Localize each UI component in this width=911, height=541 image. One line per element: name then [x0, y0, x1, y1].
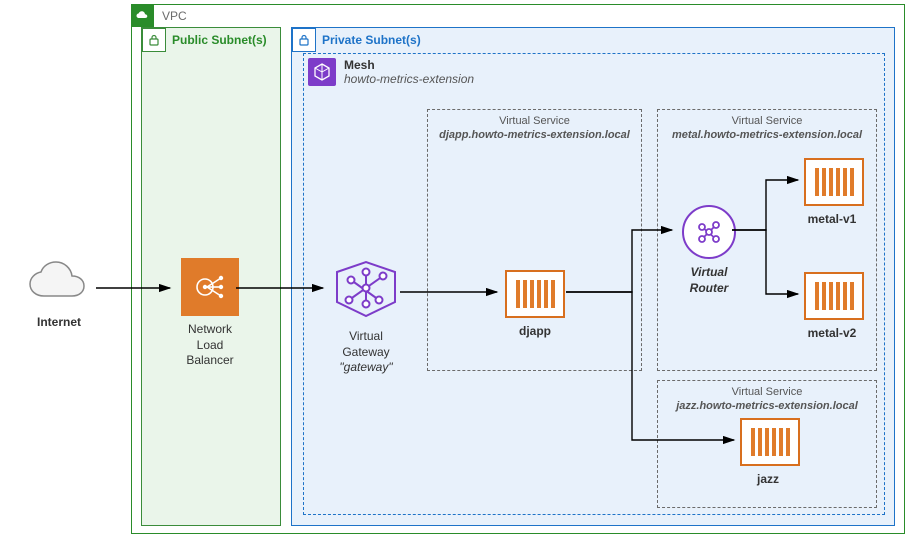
architecture-diagram: Internet VPC Public Subnet(s) Private Su… — [0, 0, 911, 541]
private-subnet-header: Private Subnet(s) — [292, 28, 421, 52]
vs-jazz-title: Virtual Service jazz.howto-metrics-exten… — [658, 385, 876, 414]
public-subnet-icon — [142, 28, 166, 52]
vs-djapp-title: Virtual Service djapp.howto-metrics-exte… — [428, 114, 641, 143]
internet-label: Internet — [24, 315, 94, 331]
djapp-label: djapp — [503, 324, 567, 340]
container-icon — [804, 158, 864, 206]
nlb-node: Network Load Balancer — [175, 258, 245, 369]
public-subnet-label: Public Subnet(s) — [172, 33, 267, 47]
gateway-icon — [331, 258, 401, 320]
mesh-header: Mesh howto-metrics-extension — [308, 58, 474, 86]
metal-v2-label: metal-v2 — [804, 326, 860, 342]
vpc-label: VPC — [162, 9, 187, 23]
virtual-router-node: Virtual Router — [678, 205, 740, 296]
vs-djapp-hostname: djapp.howto-metrics-extension.local — [439, 129, 630, 141]
private-subnet-icon — [292, 28, 316, 52]
mesh-name-text: howto-metrics-extension — [344, 72, 474, 86]
nlb-label: Network Load Balancer — [175, 322, 245, 369]
metal-v2-node: metal-v2 — [804, 272, 860, 342]
vs-djapp-t1: Virtual Service — [499, 115, 570, 127]
mesh-title: Mesh howto-metrics-extension — [344, 58, 474, 86]
djapp-node: djapp — [503, 270, 567, 340]
mesh-icon — [308, 58, 336, 86]
cloud-icon — [24, 260, 94, 306]
gateway-label: Virtual Gateway "gateway" — [327, 329, 405, 376]
container-icon — [505, 270, 565, 318]
jazz-node: jazz — [740, 418, 796, 488]
router-icon — [682, 205, 736, 259]
metal-v1-label: metal-v1 — [804, 212, 860, 228]
vs-metal-t1: Virtual Service — [732, 115, 803, 127]
gateway-l2: "gateway" — [339, 360, 392, 374]
jazz-label: jazz — [740, 472, 796, 488]
virtual-gateway-node: Virtual Gateway "gateway" — [327, 258, 405, 376]
vs-jazz-hostname: jazz.howto-metrics-extension.local — [676, 400, 858, 412]
internet-node: Internet — [24, 260, 94, 331]
vpc-icon — [132, 5, 154, 27]
metal-v1-node: metal-v1 — [804, 158, 860, 228]
container-icon — [804, 272, 864, 320]
vpc-header: VPC — [132, 5, 187, 27]
private-subnet-label: Private Subnet(s) — [322, 33, 421, 47]
nlb-icon — [181, 258, 239, 316]
container-icon — [740, 418, 800, 466]
public-subnet-header: Public Subnet(s) — [142, 28, 267, 52]
vs-metal-title: Virtual Service metal.howto-metrics-exte… — [658, 114, 876, 143]
mesh-title-text: Mesh — [344, 58, 375, 72]
vs-metal-hostname: metal.howto-metrics-extension.local — [672, 129, 862, 141]
gateway-l1: Virtual Gateway — [342, 329, 389, 359]
vs-jazz-t1: Virtual Service — [732, 386, 803, 398]
router-label: Virtual Router — [678, 265, 740, 296]
